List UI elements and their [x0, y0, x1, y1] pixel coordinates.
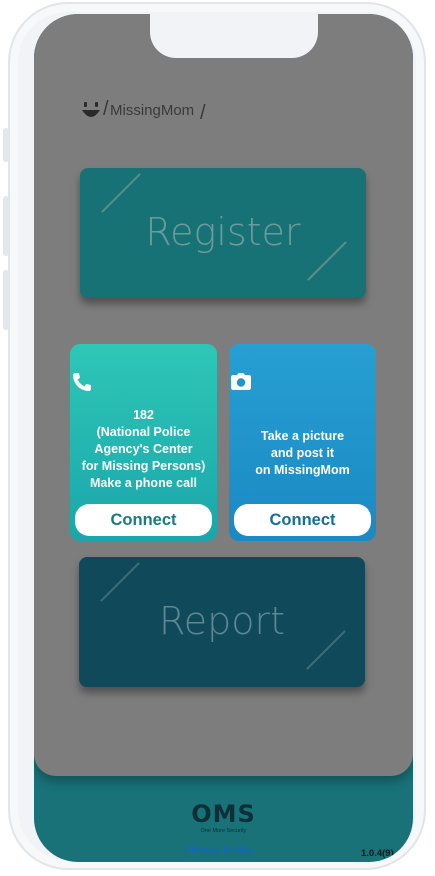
call-text-line: (National Police [96, 425, 191, 439]
photo-text-line: on MissingMom [255, 463, 350, 477]
volume-up-button [3, 196, 9, 256]
call-text-line: 182 [133, 408, 154, 422]
call-text: 182 (National Police Agency's Center for… [74, 407, 213, 492]
photo-text-line: and post it [270, 446, 335, 460]
logo-text: MissingMom [110, 102, 195, 119]
notch [150, 14, 318, 58]
phone-icon [73, 373, 91, 391]
call-text-line: for Missing Persons) [81, 459, 206, 473]
report-label: Report [159, 599, 285, 643]
slash-decor: / [200, 102, 206, 124]
photo-connect-button[interactable]: Connect [234, 504, 371, 536]
call-connect-button[interactable]: Connect [75, 504, 212, 536]
smile-icon [82, 102, 100, 117]
mute-switch [3, 128, 9, 162]
diagonal-decor [100, 562, 140, 602]
oms-tagline: One More Security [200, 828, 247, 834]
privacy-policy-link[interactable]: Privacy Policy [184, 845, 252, 857]
camera-icon [231, 373, 251, 390]
version-label: 1.0.4(9) [361, 848, 394, 859]
photo-card: Take a picture and post it on MissingMom… [229, 344, 376, 541]
volume-down-button [3, 270, 9, 330]
photo-text-line: Take a picture [260, 429, 345, 443]
register-button[interactable]: Register [80, 168, 366, 298]
oms-logo: OMS [191, 800, 256, 828]
slash-decor: / [103, 98, 109, 120]
register-label: Register [145, 210, 301, 254]
photo-text: Take a picture and post it on MissingMom [233, 428, 372, 479]
call-text-line: Agency's Center [94, 442, 193, 456]
call-text-line: Make a phone call [90, 476, 197, 490]
call-card: 182 (National Police Agency's Center for… [70, 344, 217, 541]
diagonal-decor [101, 173, 141, 213]
report-button[interactable]: Report [79, 557, 365, 687]
